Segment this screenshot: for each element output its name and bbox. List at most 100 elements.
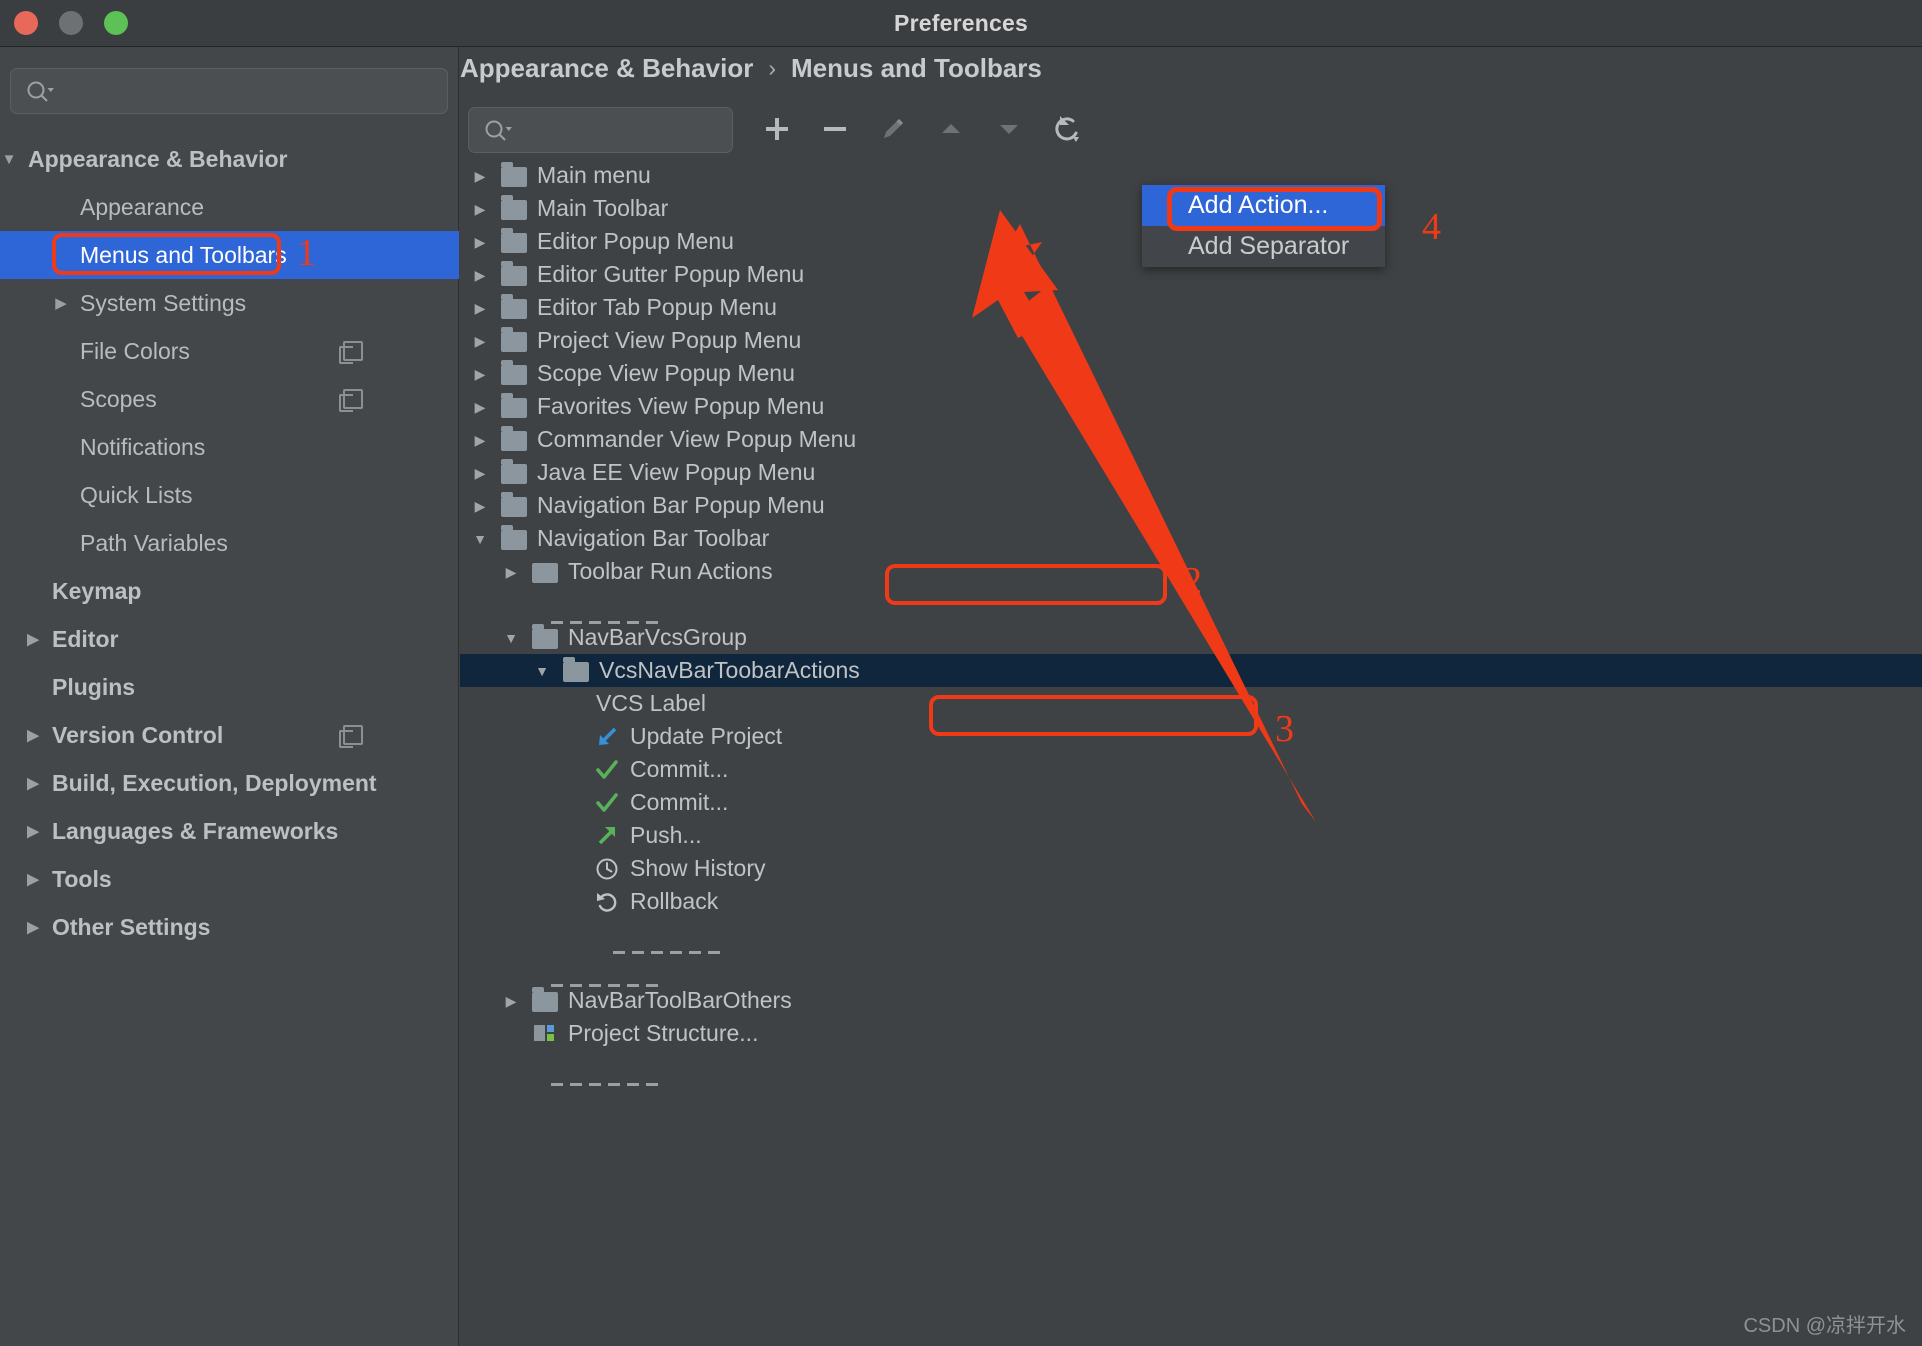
sidebar-item-languages-frameworks[interactable]: ▶ Languages & Frameworks xyxy=(0,807,459,855)
menu-item-add-separator[interactable]: Add Separator xyxy=(1142,226,1385,267)
search-icon xyxy=(483,118,513,144)
separator-dashes xyxy=(551,966,665,969)
edit-button[interactable] xyxy=(864,105,922,153)
sidebar-item-plugins[interactable]: Plugins xyxy=(0,663,459,711)
folder-icon xyxy=(501,497,527,517)
tree-item-navbarvcsgroup[interactable]: ▼NavBarVcsGroup xyxy=(460,621,1922,654)
copy-settings-icon[interactable] xyxy=(343,389,363,409)
tree-item-project-view-popup-menu[interactable]: ▶Project View Popup Menu xyxy=(460,324,1922,357)
sidebar-item-keymap[interactable]: Keymap xyxy=(0,567,459,615)
copy-settings-icon[interactable] xyxy=(343,725,363,745)
sidebar-item-build-execution-deployment[interactable]: ▶Build, Execution, Deployment xyxy=(0,759,459,807)
chevron-right-icon[interactable]: ▶ xyxy=(470,301,490,315)
add-button[interactable] xyxy=(748,105,806,153)
window-title: Preferences xyxy=(0,10,1922,37)
chevron-right-icon[interactable]: ▶ xyxy=(22,872,44,887)
tree-item-label: Navigation Bar Popup Menu xyxy=(537,492,825,519)
chevron-right-icon[interactable]: ▶ xyxy=(501,565,521,579)
sidebar-item-label: Plugins xyxy=(52,674,135,701)
sidebar-item-menus-and-toolbars[interactable]: Menus and Toolbars xyxy=(0,231,459,279)
chevron-right-icon[interactable]: ▶ xyxy=(470,334,490,348)
sidebar-item-label: Editor xyxy=(52,626,118,653)
tree-item-commander-view-popup-menu[interactable]: ▶Commander View Popup Menu xyxy=(460,423,1922,456)
folder-icon xyxy=(501,167,527,187)
restore-defaults-button[interactable] xyxy=(1038,105,1096,153)
remove-button[interactable] xyxy=(806,105,864,153)
chevron-right-icon[interactable]: ▶ xyxy=(22,776,44,791)
sidebar-item-quick-lists[interactable]: Quick Lists xyxy=(0,471,459,519)
sidebar-search-input[interactable] xyxy=(10,68,448,114)
tree-item-show-history[interactable]: Show History xyxy=(460,852,1922,885)
sidebar-item-appearance-behavior[interactable]: ▼Appearance & Behavior xyxy=(0,135,459,183)
tree-item-push[interactable]: Push... xyxy=(460,819,1922,852)
preferences-window: Preferences ▼Appearance & BehaviorAppear… xyxy=(0,0,1922,1346)
tree-item-editor-tab-popup-menu[interactable]: ▶Editor Tab Popup Menu xyxy=(460,291,1922,324)
annotation-number-1: 1 xyxy=(297,231,316,275)
chevron-down-icon[interactable]: ▼ xyxy=(501,631,521,645)
tree-item-navigation-bar-popup-menu[interactable]: ▶ Navigation Bar Popup Menu xyxy=(460,489,1922,522)
tree-item-project-structure[interactable]: Project Structure... xyxy=(460,1017,1922,1050)
tree-separator xyxy=(460,1050,1922,1083)
sidebar-item-editor[interactable]: ▶ Editor xyxy=(0,615,459,663)
sidebar-item-label: Languages & Frameworks xyxy=(52,818,338,845)
sidebar-item-label: Keymap xyxy=(52,578,141,605)
sidebar-item-label: Menus and Toolbars xyxy=(80,242,287,269)
annotation-number-3: 3 xyxy=(1275,707,1294,751)
maximize-button[interactable] xyxy=(104,11,128,35)
sidebar-item-notifications[interactable]: Notifications xyxy=(0,423,459,471)
tree-item-label: Show History xyxy=(630,855,765,882)
chevron-right-icon[interactable]: ▶ xyxy=(50,296,72,311)
chevron-right-icon[interactable]: ▶ xyxy=(470,169,490,183)
chevron-right-icon[interactable]: ▶ xyxy=(501,994,521,1008)
tree-item-label: VCS Label xyxy=(596,690,706,717)
tree-item-vcs-label[interactable]: VCS Label xyxy=(460,687,1922,720)
sidebar-item-other-settings[interactable]: ▶Other Settings xyxy=(0,903,459,951)
tree-search-input[interactable] xyxy=(468,107,733,153)
move-up-button[interactable] xyxy=(922,105,980,153)
tree-item-scope-view-popup-menu[interactable]: ▶Scope View Popup Menu xyxy=(460,357,1922,390)
chevron-right-icon[interactable]: ▶ xyxy=(22,728,44,743)
tree-item-java-ee-view-popup-menu[interactable]: ▶Java EE View Popup Menu xyxy=(460,456,1922,489)
tree-item-navigation-bar-toolbar[interactable]: ▼ Navigation Bar Toolbar xyxy=(460,522,1922,555)
chevron-right-icon[interactable]: ▶ xyxy=(22,632,44,647)
chevron-right-icon[interactable]: ▶ xyxy=(470,499,490,513)
tree-item-label: Navigation Bar Toolbar xyxy=(537,525,769,552)
chevron-right-icon[interactable]: ▶ xyxy=(470,400,490,414)
chevron-right-icon[interactable]: ▶ xyxy=(470,466,490,480)
breadcrumb-current: Menus and Toolbars xyxy=(791,53,1042,84)
chevron-right-icon[interactable]: ▶ xyxy=(470,235,490,249)
folder-icon xyxy=(501,233,527,253)
chevron-right-icon[interactable]: ▶ xyxy=(22,824,44,839)
tree-item-favorites-view-popup-menu[interactable]: ▶Favorites View Popup Menu xyxy=(460,390,1922,423)
chevron-down-icon[interactable]: ▼ xyxy=(532,664,552,678)
sidebar-item-file-colors[interactable]: File Colors xyxy=(0,327,459,375)
window-controls xyxy=(14,11,128,35)
sidebar-item-scopes[interactable]: Scopes xyxy=(0,375,459,423)
tree-item-navbartoolbarothers[interactable]: ▶NavBarToolBarOthers xyxy=(460,984,1922,1017)
chevron-down-icon[interactable]: ▼ xyxy=(470,532,490,546)
chevron-down-icon[interactable]: ▼ xyxy=(0,152,20,167)
copy-settings-icon[interactable] xyxy=(343,341,363,361)
tree-item-commit[interactable]: Commit... xyxy=(460,786,1922,819)
chevron-right-icon[interactable]: ▶ xyxy=(22,920,44,935)
chevron-right-icon[interactable]: ▶ xyxy=(470,268,490,282)
chevron-right-icon[interactable]: ▶ xyxy=(470,202,490,216)
sidebar-item-system-settings[interactable]: ▶System Settings xyxy=(0,279,459,327)
tree-item-commit[interactable]: Commit... xyxy=(460,753,1922,786)
tree-item-update-project[interactable]: Update Project xyxy=(460,720,1922,753)
close-button[interactable] xyxy=(14,11,38,35)
chevron-right-icon[interactable]: ▶ xyxy=(470,367,490,381)
chevron-right-icon[interactable]: ▶ xyxy=(470,433,490,447)
sidebar-item-path-variables[interactable]: Path Variables xyxy=(0,519,459,567)
tree-item-rollback[interactable]: Rollback xyxy=(460,885,1922,918)
minimize-button[interactable] xyxy=(59,11,83,35)
sidebar-item-version-control[interactable]: ▶Version Control xyxy=(0,711,459,759)
tree-item-label: Main Toolbar xyxy=(537,195,668,222)
sidebar-item-appearance[interactable]: Appearance xyxy=(0,183,459,231)
tree-item-vcsnavbartoobaractions[interactable]: ▼ VcsNavBarToobarActions xyxy=(460,654,1922,687)
tree-item-label: VcsNavBarToobarActions xyxy=(599,657,860,684)
menu-item-add-action[interactable]: Add Action... xyxy=(1142,185,1385,226)
breadcrumb-parent[interactable]: Appearance & Behavior xyxy=(460,53,753,84)
move-down-button[interactable] xyxy=(980,105,1038,153)
sidebar-item-tools[interactable]: ▶Tools xyxy=(0,855,459,903)
